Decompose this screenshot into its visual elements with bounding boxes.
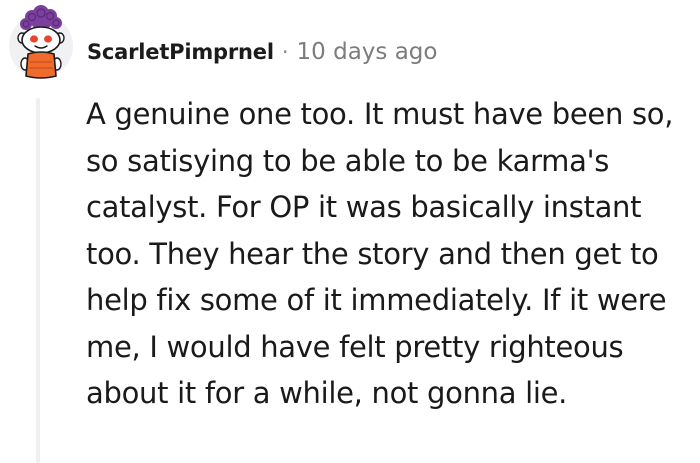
user-avatar[interactable] — [8, 4, 74, 82]
comment: ScarletPimprnel · 10 days ago A genuine … — [0, 0, 700, 463]
comment-header: ScarletPimprnel · 10 days ago — [87, 32, 437, 72]
thread-collapse-line[interactable] — [36, 98, 40, 463]
comment-body: A genuine one too. It must have been so,… — [86, 97, 674, 410]
snoo-avatar-icon — [9, 5, 73, 79]
meta-separator: · — [281, 40, 289, 64]
comment-timestamp[interactable]: 10 days ago — [297, 39, 438, 65]
author-username[interactable]: ScarletPimprnel — [87, 40, 274, 64]
